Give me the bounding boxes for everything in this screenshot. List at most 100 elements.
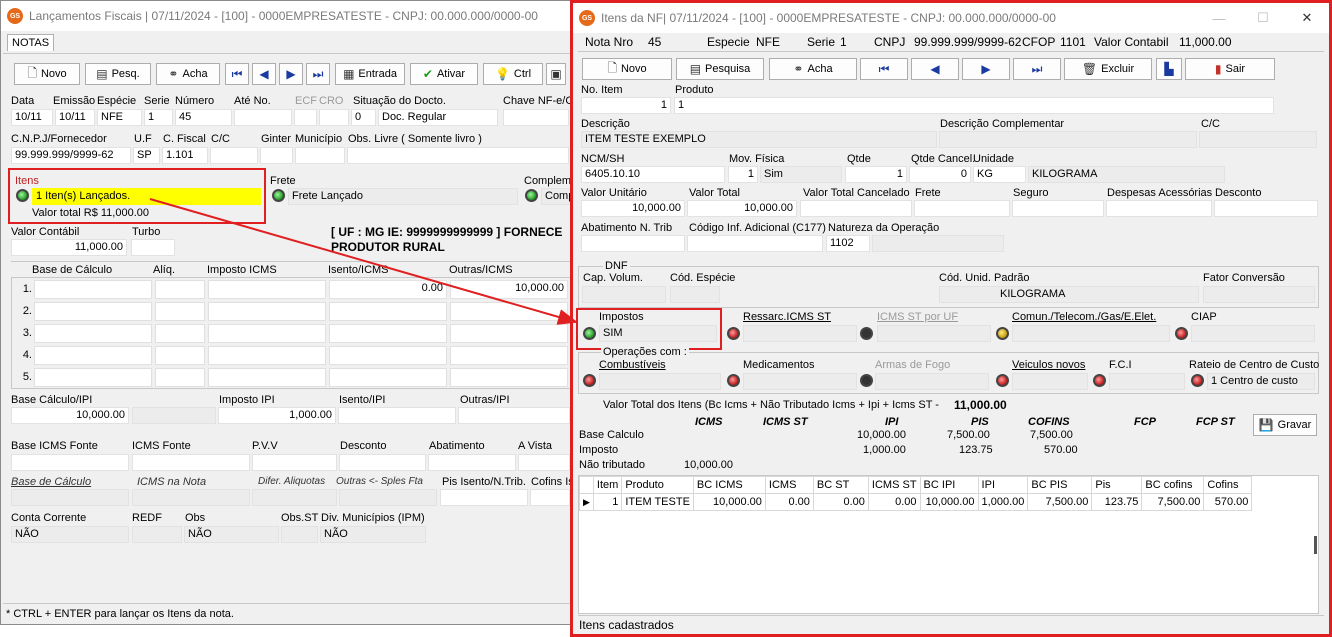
pvv-field[interactable] [252, 454, 337, 471]
difer-aliquotas-field[interactable] [252, 489, 337, 506]
next-record-button[interactable]: ▶ [279, 63, 303, 85]
grid-cell[interactable] [155, 346, 205, 365]
icms-st-uf-field[interactable] [877, 325, 991, 342]
ecf-field[interactable] [294, 109, 317, 126]
grid-cell[interactable] [208, 368, 326, 387]
grid-cell[interactable] [329, 302, 447, 321]
grid-cell[interactable] [155, 368, 205, 387]
serie-field[interactable]: 1 [144, 109, 173, 126]
sair-button[interactable]: ▮ Sair [1185, 58, 1275, 80]
isento-ipi-field[interactable] [338, 407, 456, 424]
rateio-field[interactable]: 1 Centro de custo [1207, 373, 1315, 390]
qtde-field[interactable]: 1 [845, 166, 907, 183]
row1-outras-cell[interactable]: 10,000.00 [450, 280, 568, 299]
items-header-item[interactable]: Item [592, 476, 623, 494]
table-row[interactable]: ▶ 1 ITEM TESTE 10,000.00 0.00 0.00 0.00 … [579, 493, 1253, 511]
icms-na-nota-field[interactable] [132, 489, 250, 506]
right-titlebar[interactable]: GS Itens da NF| 07/11/2024 - [100] - 000… [573, 3, 1329, 33]
descricao-complementar-field[interactable] [939, 131, 1197, 148]
municipio-field[interactable] [295, 147, 345, 164]
entrada-button[interactable]: ▦ Entrada [335, 63, 405, 85]
aliq-ipi-field[interactable] [132, 407, 216, 424]
armas-status-icon[interactable] [860, 374, 873, 387]
frete-status-icon[interactable] [272, 189, 285, 202]
natureza-desc-field[interactable] [872, 235, 1004, 252]
last-record-button[interactable]: ⏭ [306, 63, 330, 85]
outras-sples-field[interactable] [339, 489, 437, 506]
redf-field[interactable] [132, 526, 182, 543]
grid-cell[interactable] [208, 324, 326, 343]
items-header-bc-st[interactable]: BC ST [812, 476, 869, 494]
chave-field[interactable] [503, 109, 569, 126]
extra-toolbar-button[interactable]: ▣ [546, 63, 566, 85]
maximize-icon[interactable]: ☐ [1241, 3, 1285, 33]
grid-cell[interactable] [450, 324, 568, 343]
cod-unid-padrao-field[interactable]: KILOGRAMA [939, 286, 1199, 303]
numero-field[interactable]: 45 [175, 109, 232, 126]
grid-cell[interactable] [208, 302, 326, 321]
comun-field[interactable] [1012, 325, 1170, 342]
gravar-button[interactable]: 💾 Gravar [1253, 414, 1317, 436]
complemento-status-icon[interactable] [525, 189, 538, 202]
items-header-bc-cofins[interactable]: BC cofins [1141, 476, 1205, 494]
grid-cell[interactable] [155, 324, 205, 343]
cc-field[interactable] [210, 147, 258, 164]
next-record-button[interactable]: ▶ [962, 58, 1010, 80]
items-header-bc-pis[interactable]: BC PIS [1027, 476, 1093, 494]
qtde-cancel-field[interactable]: 0 [909, 166, 971, 183]
cnpj-field[interactable]: 99.999.999/9999-62 [11, 147, 131, 164]
grid-cell[interactable] [208, 280, 326, 299]
pesquisa-button[interactable]: ▤ Pesquisa [676, 58, 764, 80]
a-vista-field[interactable] [518, 454, 570, 471]
desconto-field[interactable] [1214, 200, 1318, 217]
comun-status-icon[interactable] [996, 327, 1009, 340]
obs-livre-field[interactable] [347, 147, 569, 164]
conta-corrente-field[interactable]: NÃO [11, 526, 129, 543]
valor-contabil-field[interactable]: 11,000.00 [11, 239, 127, 256]
cap-volum-field[interactable] [582, 286, 666, 303]
first-record-button[interactable]: ⏮ [225, 63, 249, 85]
valor-unitario-field[interactable]: 10,000.00 [581, 200, 685, 217]
grid-cell[interactable] [34, 324, 152, 343]
tab-notas[interactable]: NOTAS [7, 34, 55, 51]
turbo-field[interactable] [131, 239, 175, 256]
acha-button[interactable]: ⚭ Acha [769, 58, 857, 80]
medicamentos-field[interactable] [743, 373, 857, 390]
frete-status-field[interactable]: Frete Lançado [288, 188, 518, 205]
grid-cell[interactable] [208, 346, 326, 365]
descricao-field[interactable]: ITEM TESTE EXEMPLO [581, 131, 937, 148]
items-header-bc-ipi[interactable]: BC IPI [919, 476, 979, 494]
grid-cell[interactable] [450, 302, 568, 321]
items-header-icms-st[interactable]: ICMS ST [867, 476, 921, 494]
uf-field[interactable]: SP [133, 147, 160, 164]
prev-record-button[interactable]: ◀ [911, 58, 959, 80]
armas-field[interactable] [875, 373, 989, 390]
data-field[interactable]: 10/11 [11, 109, 53, 126]
frete-field[interactable] [914, 200, 1010, 217]
medicamentos-status-icon[interactable] [727, 374, 740, 387]
obs-field[interactable]: NÃO [184, 526, 279, 543]
grid-cell[interactable] [329, 368, 447, 387]
veiculos-field[interactable] [1012, 373, 1088, 390]
first-record-button[interactable]: ⏮ [860, 58, 908, 80]
valor-total-field[interactable]: 10,000.00 [687, 200, 797, 217]
ciap-field[interactable] [1191, 325, 1315, 342]
especie-field[interactable]: NFE [97, 109, 142, 126]
base-icms-fonte-field[interactable] [11, 454, 129, 471]
ginter-field[interactable] [260, 147, 293, 164]
obs-st-field[interactable] [281, 526, 318, 543]
icms-st-uf-status-icon[interactable] [860, 327, 873, 340]
items-header-pis[interactable]: Pis [1091, 476, 1143, 494]
grid-cell[interactable] [155, 302, 205, 321]
fator-conversao-field[interactable] [1203, 286, 1315, 303]
items-header-bc-icms[interactable]: BC ICMS [692, 476, 766, 494]
desconto-field[interactable] [339, 454, 426, 471]
imposto-ipi-field[interactable]: 1,000.00 [218, 407, 336, 424]
grid-cell[interactable] [34, 368, 152, 387]
items-header-cofins[interactable]: Cofins [1203, 476, 1253, 494]
situacao-text-field[interactable]: Doc. Regular [378, 109, 498, 126]
excluir-button[interactable]: 🗑 Excluir [1064, 58, 1152, 80]
base-ipi-field[interactable]: 10,000.00 [11, 407, 129, 424]
items-header-icms[interactable]: ICMS [764, 476, 814, 494]
div-municipios-field[interactable]: NÃO [320, 526, 426, 543]
